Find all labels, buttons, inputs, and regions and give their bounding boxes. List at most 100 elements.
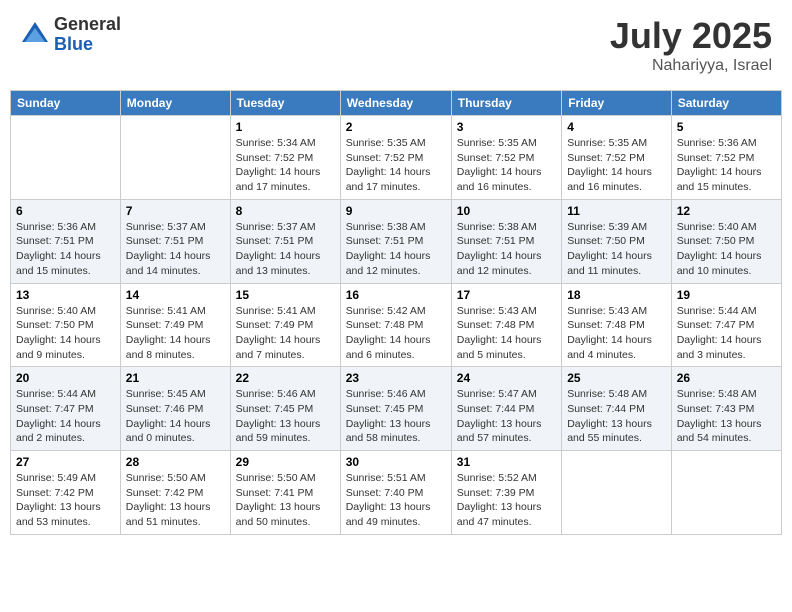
week-row-2: 6 Sunrise: 5:36 AM Sunset: 7:51 PM Daylig…: [11, 199, 782, 283]
logo: General Blue: [20, 15, 121, 55]
day-cell: 6 Sunrise: 5:36 AM Sunset: 7:51 PM Daylig…: [11, 199, 121, 283]
day-cell: 8 Sunrise: 5:37 AM Sunset: 7:51 PM Daylig…: [230, 199, 340, 283]
day-cell: 26 Sunrise: 5:48 AM Sunset: 7:43 PM Dayli…: [671, 367, 781, 451]
weekday-header-thursday: Thursday: [451, 91, 561, 116]
day-number: 19: [677, 288, 776, 302]
day-info: Sunrise: 5:47 AM Sunset: 7:44 PM Dayligh…: [457, 387, 556, 446]
day-number: 31: [457, 455, 556, 469]
day-number: 5: [677, 120, 776, 134]
day-cell: 20Sunrise: 5:44 AM Sunset: 7:47 PM Dayli…: [11, 367, 121, 451]
day-number: 29: [236, 455, 335, 469]
week-row-1: 1 Sunrise: 5:34 AM Sunset: 7:52 PM Daylig…: [11, 116, 782, 200]
day-number: 15: [236, 288, 335, 302]
day-cell: [120, 116, 230, 200]
day-cell: 3Sunrise: 5:35 AM Sunset: 7:52 PM Daylig…: [451, 116, 561, 200]
day-number: 26: [677, 371, 776, 385]
day-number: 21: [126, 371, 225, 385]
day-cell: 15 Sunrise: 5:41 AM Sunset: 7:49 PM Dayli…: [230, 283, 340, 367]
logo-blue: Blue: [54, 35, 121, 55]
day-cell: [671, 451, 781, 535]
day-info: Sunrise: 5:48 AM Sunset: 7:43 PM Dayligh…: [677, 387, 776, 446]
week-row-4: 20Sunrise: 5:44 AM Sunset: 7:47 PM Dayli…: [11, 367, 782, 451]
day-cell: 10Sunrise: 5:38 AM Sunset: 7:51 PM Dayli…: [451, 199, 561, 283]
day-info: Sunrise: 5:52 AM Sunset: 7:39 PM Dayligh…: [457, 471, 556, 530]
weekday-header-sunday: Sunday: [11, 91, 121, 116]
day-number: 7: [126, 204, 225, 218]
day-info: Sunrise: 5:48 AM Sunset: 7:44 PM Dayligh…: [567, 387, 666, 446]
day-info: Sunrise: 5:50 AM Sunset: 7:42 PM Dayligh…: [126, 471, 225, 530]
day-number: 13: [16, 288, 115, 302]
weekday-header-wednesday: Wednesday: [340, 91, 451, 116]
day-cell: 21Sunrise: 5:45 AM Sunset: 7:46 PM Dayli…: [120, 367, 230, 451]
day-info: Sunrise: 5:44 AM Sunset: 7:47 PM Dayligh…: [677, 304, 776, 363]
logo-icon: [20, 20, 50, 50]
day-cell: 4 Sunrise: 5:35 AM Sunset: 7:52 PM Daylig…: [562, 116, 672, 200]
day-number: 28: [126, 455, 225, 469]
day-info: Sunrise: 5:43 AM Sunset: 7:48 PM Dayligh…: [567, 304, 666, 363]
day-number: 10: [457, 204, 556, 218]
weekday-header-tuesday: Tuesday: [230, 91, 340, 116]
day-cell: [11, 116, 121, 200]
day-number: 3: [457, 120, 556, 134]
day-cell: 23 Sunrise: 5:46 AM Sunset: 7:45 PM Dayli…: [340, 367, 451, 451]
day-info: Sunrise: 5:40 AM Sunset: 7:50 PM Dayligh…: [677, 220, 776, 279]
day-number: 9: [346, 204, 446, 218]
day-cell: 31 Sunrise: 5:52 AM Sunset: 7:39 PM Dayli…: [451, 451, 561, 535]
day-info: Sunrise: 5:35 AM Sunset: 7:52 PM Dayligh…: [346, 136, 446, 195]
day-info: Sunrise: 5:49 AM Sunset: 7:42 PM Dayligh…: [16, 471, 115, 530]
day-cell: 27Sunrise: 5:49 AM Sunset: 7:42 PM Dayli…: [11, 451, 121, 535]
day-number: 30: [346, 455, 446, 469]
day-cell: 14 Sunrise: 5:41 AM Sunset: 7:49 PM Dayli…: [120, 283, 230, 367]
day-cell: 22 Sunrise: 5:46 AM Sunset: 7:45 PM Dayli…: [230, 367, 340, 451]
day-info: Sunrise: 5:34 AM Sunset: 7:52 PM Dayligh…: [236, 136, 335, 195]
location-title: Nahariyya, Israel: [610, 57, 772, 75]
day-cell: 30 Sunrise: 5:51 AM Sunset: 7:40 PM Dayli…: [340, 451, 451, 535]
weekday-header-saturday: Saturday: [671, 91, 781, 116]
day-number: 6: [16, 204, 115, 218]
day-cell: 18 Sunrise: 5:43 AM Sunset: 7:48 PM Dayli…: [562, 283, 672, 367]
day-cell: 24 Sunrise: 5:47 AM Sunset: 7:44 PM Dayli…: [451, 367, 561, 451]
day-cell: 9 Sunrise: 5:38 AM Sunset: 7:51 PM Daylig…: [340, 199, 451, 283]
weekday-header-monday: Monday: [120, 91, 230, 116]
day-number: 14: [126, 288, 225, 302]
day-info: Sunrise: 5:42 AM Sunset: 7:48 PM Dayligh…: [346, 304, 446, 363]
day-number: 23: [346, 371, 446, 385]
weekday-header-friday: Friday: [562, 91, 672, 116]
weekday-header-row: SundayMondayTuesdayWednesdayThursdayFrid…: [11, 91, 782, 116]
day-info: Sunrise: 5:36 AM Sunset: 7:52 PM Dayligh…: [677, 136, 776, 195]
day-info: Sunrise: 5:51 AM Sunset: 7:40 PM Dayligh…: [346, 471, 446, 530]
logo-text: General Blue: [54, 15, 121, 55]
day-info: Sunrise: 5:46 AM Sunset: 7:45 PM Dayligh…: [346, 387, 446, 446]
day-number: 22: [236, 371, 335, 385]
title-block: July 2025 Nahariyya, Israel: [610, 15, 772, 75]
day-cell: 16Sunrise: 5:42 AM Sunset: 7:48 PM Dayli…: [340, 283, 451, 367]
day-number: 11: [567, 204, 666, 218]
day-info: Sunrise: 5:41 AM Sunset: 7:49 PM Dayligh…: [126, 304, 225, 363]
day-cell: 2 Sunrise: 5:35 AM Sunset: 7:52 PM Daylig…: [340, 116, 451, 200]
day-cell: [562, 451, 672, 535]
day-info: Sunrise: 5:38 AM Sunset: 7:51 PM Dayligh…: [346, 220, 446, 279]
day-number: 18: [567, 288, 666, 302]
week-row-3: 13Sunrise: 5:40 AM Sunset: 7:50 PM Dayli…: [11, 283, 782, 367]
day-number: 4: [567, 120, 666, 134]
week-row-5: 27Sunrise: 5:49 AM Sunset: 7:42 PM Dayli…: [11, 451, 782, 535]
day-info: Sunrise: 5:46 AM Sunset: 7:45 PM Dayligh…: [236, 387, 335, 446]
day-cell: 28 Sunrise: 5:50 AM Sunset: 7:42 PM Dayli…: [120, 451, 230, 535]
day-info: Sunrise: 5:37 AM Sunset: 7:51 PM Dayligh…: [236, 220, 335, 279]
day-cell: 5 Sunrise: 5:36 AM Sunset: 7:52 PM Daylig…: [671, 116, 781, 200]
day-number: 24: [457, 371, 556, 385]
day-number: 2: [346, 120, 446, 134]
day-number: 17: [457, 288, 556, 302]
calendar-table: SundayMondayTuesdayWednesdayThursdayFrid…: [10, 90, 782, 535]
day-number: 8: [236, 204, 335, 218]
day-info: Sunrise: 5:41 AM Sunset: 7:49 PM Dayligh…: [236, 304, 335, 363]
month-title: July 2025: [610, 15, 772, 57]
logo-general: General: [54, 15, 121, 35]
day-info: Sunrise: 5:44 AM Sunset: 7:47 PM Dayligh…: [16, 387, 115, 446]
day-info: Sunrise: 5:36 AM Sunset: 7:51 PM Dayligh…: [16, 220, 115, 279]
day-info: Sunrise: 5:39 AM Sunset: 7:50 PM Dayligh…: [567, 220, 666, 279]
day-info: Sunrise: 5:35 AM Sunset: 7:52 PM Dayligh…: [567, 136, 666, 195]
day-number: 1: [236, 120, 335, 134]
day-cell: 25Sunrise: 5:48 AM Sunset: 7:44 PM Dayli…: [562, 367, 672, 451]
day-info: Sunrise: 5:50 AM Sunset: 7:41 PM Dayligh…: [236, 471, 335, 530]
